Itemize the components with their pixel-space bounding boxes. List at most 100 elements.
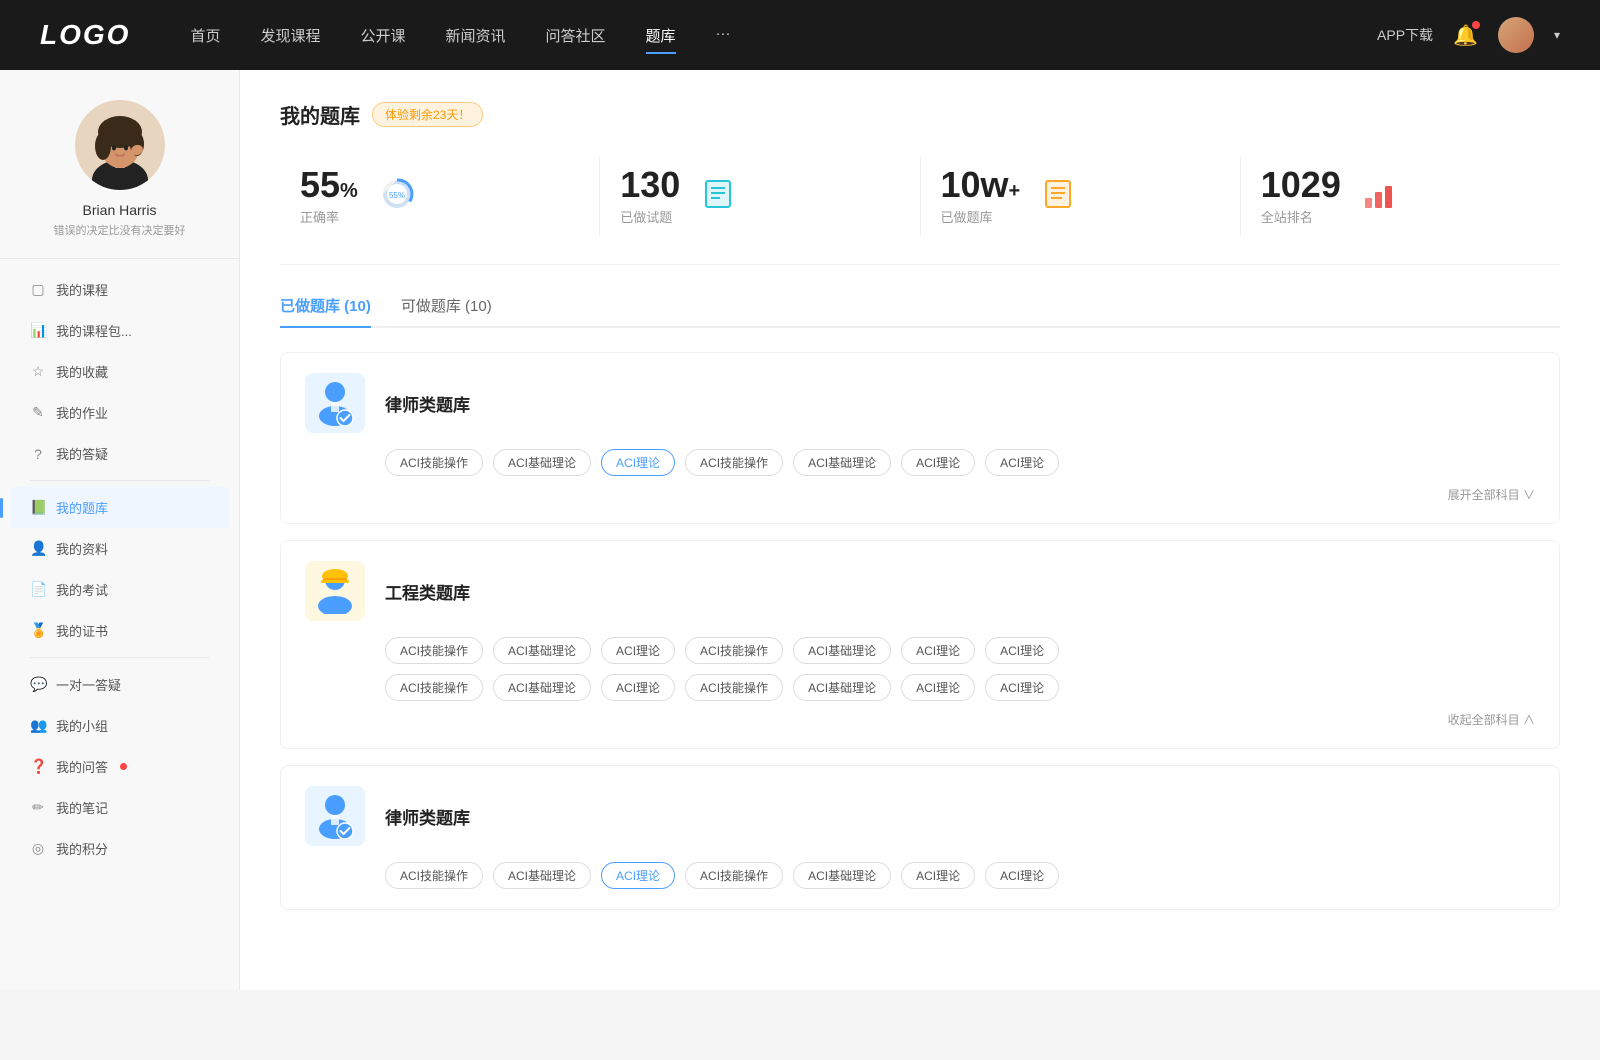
tag3-5[interactable]: ACI理论 (901, 862, 975, 889)
sidebar-profile: Brian Harris 错误的决定比没有决定要好 (0, 100, 239, 259)
my-courses-label: 我的课程 (56, 280, 108, 299)
qbank-1-header: 律师类题库 (305, 373, 1535, 433)
eng-tag-r2-5[interactable]: ACI理论 (901, 674, 975, 701)
profile-name: Brian Harris (83, 202, 157, 218)
favorites-label: 我的收藏 (56, 362, 108, 381)
tag-2[interactable]: ACI理论 (601, 449, 675, 476)
logo[interactable]: LOGO (40, 19, 130, 51)
app-download-link[interactable]: APP下载 (1377, 25, 1433, 45)
nav-qa[interactable]: 问答社区 (546, 21, 606, 50)
tag-0[interactable]: ACI技能操作 (385, 449, 483, 476)
nav-discover[interactable]: 发现课程 (260, 21, 320, 50)
questions-done-icon (702, 178, 734, 215)
my-data-label: 我的资料 (56, 539, 108, 558)
nav-news[interactable]: 新闻资讯 (446, 21, 506, 50)
stat-bank: 10w+ 已做题库 (921, 157, 1241, 236)
tab-available[interactable]: 可做题库 (10) (401, 295, 492, 326)
tag3-6[interactable]: ACI理论 (985, 862, 1059, 889)
sidebar-item-my-data[interactable]: 👤 我的资料 (10, 528, 229, 569)
lawyer-icon (315, 380, 355, 426)
questions-notification-dot (120, 763, 127, 770)
stat-questions-value: 130 (620, 167, 680, 203)
course-package-label: 我的课程包... (56, 321, 132, 340)
notification-bell[interactable]: 🔔 (1453, 23, 1478, 48)
my-group-label: 我的小组 (56, 716, 108, 735)
sidebar-item-my-courses[interactable]: ▢ 我的课程 (10, 269, 229, 310)
certificate-icon: 🏅 (30, 622, 46, 639)
nav-more[interactable]: ··· (716, 21, 731, 50)
content-area: 我的题库 体验剩余23天！ 55% 正确率 55% (240, 70, 1600, 990)
tab-done[interactable]: 已做题库 (10) (280, 295, 371, 326)
sidebar-item-my-group[interactable]: 👥 我的小组 (10, 705, 229, 746)
sidebar-item-favorites[interactable]: ☆ 我的收藏 (10, 351, 229, 392)
nav-menu: 首页 发现课程 公开课 新闻资讯 问答社区 题库 ··· (190, 21, 1377, 50)
stat-accuracy-label: 正确率 (300, 207, 358, 226)
eng-tag-r2-1[interactable]: ACI基础理论 (493, 674, 591, 701)
tag3-3[interactable]: ACI技能操作 (685, 862, 783, 889)
nav-questionbank[interactable]: 题库 (646, 21, 676, 50)
tag-3[interactable]: ACI技能操作 (685, 449, 783, 476)
sidebar-item-my-points[interactable]: ◎ 我的积分 (10, 828, 229, 869)
tag-6[interactable]: ACI理论 (985, 449, 1059, 476)
sidebar-item-one-on-one[interactable]: 💬 一对一答疑 (10, 664, 229, 705)
sidebar-item-my-questions[interactable]: ❓ 我的问答 (10, 746, 229, 787)
lawyer-icon-2 (315, 793, 355, 839)
qbank-1-title: 律师类题库 (385, 391, 470, 416)
tag-1[interactable]: ACI基础理论 (493, 449, 591, 476)
avatar[interactable] (1498, 17, 1534, 53)
star-icon: ☆ (30, 363, 46, 380)
tag-5[interactable]: ACI理论 (901, 449, 975, 476)
eng-tag-r1-6[interactable]: ACI理论 (985, 637, 1059, 664)
qbank-2-collapse[interactable]: 收起全部科目 ∧ (305, 711, 1535, 728)
trial-badge: 体验剩余23天！ (372, 102, 483, 127)
question-icon: ? (30, 446, 46, 462)
eng-tag-r1-0[interactable]: ACI技能操作 (385, 637, 483, 664)
my-qa-label: 我的答疑 (56, 444, 108, 463)
eng-tag-r2-2[interactable]: ACI理论 (601, 674, 675, 701)
user-dropdown-arrow[interactable]: ▾ (1554, 28, 1560, 42)
stat-bank-value: 10w+ (941, 167, 1021, 203)
eng-tag-r2-3[interactable]: ACI技能操作 (685, 674, 783, 701)
qbank-3-icon-wrap (305, 786, 365, 846)
qbank-1-expand[interactable]: 展开全部科目 ∨ (305, 486, 1535, 503)
tag3-4[interactable]: ACI基础理论 (793, 862, 891, 889)
navbar: LOGO 首页 发现课程 公开课 新闻资讯 问答社区 题库 ··· APP下载 … (0, 0, 1600, 70)
tag3-2[interactable]: ACI理论 (601, 862, 675, 889)
navbar-right: APP下载 🔔 ▾ (1377, 17, 1560, 53)
sidebar-item-my-notes[interactable]: ✏ 我的笔记 (10, 787, 229, 828)
stat-questions-text: 130 已做试题 (620, 167, 680, 226)
tag3-0[interactable]: ACI技能操作 (385, 862, 483, 889)
eng-tag-r2-4[interactable]: ACI基础理论 (793, 674, 891, 701)
sidebar-item-homework[interactable]: ✎ 我的作业 (10, 392, 229, 433)
qbank-1-icon-wrap (305, 373, 365, 433)
stat-questions-label: 已做试题 (620, 207, 680, 226)
eng-tag-r1-4[interactable]: ACI基础理论 (793, 637, 891, 664)
qbank-2-header: 工程类题库 (305, 561, 1535, 621)
book-icon: 📗 (30, 499, 46, 516)
sidebar-item-my-exam[interactable]: 📄 我的考试 (10, 569, 229, 610)
sidebar-item-my-qa[interactable]: ? 我的答疑 (10, 433, 229, 474)
notification-dot (1472, 21, 1480, 29)
stat-rank: 1029 全站排名 (1241, 157, 1560, 236)
eng-tag-r2-6[interactable]: ACI理论 (985, 674, 1059, 701)
stat-rank-value: 1029 (1261, 167, 1341, 203)
stat-accuracy-value: 55% (300, 167, 358, 203)
tag-4[interactable]: ACI基础理论 (793, 449, 891, 476)
eng-tag-r1-2[interactable]: ACI理论 (601, 637, 675, 664)
sidebar-item-question-bank[interactable]: 📗 我的题库 (10, 487, 229, 528)
sidebar-item-course-package[interactable]: 📊 我的课程包... (10, 310, 229, 351)
tag3-1[interactable]: ACI基础理论 (493, 862, 591, 889)
question-bank-label: 我的题库 (56, 498, 108, 517)
my-exam-label: 我的考试 (56, 580, 108, 599)
rank-icon (1363, 178, 1395, 215)
eng-tag-r1-5[interactable]: ACI理论 (901, 637, 975, 664)
eng-tag-r1-1[interactable]: ACI基础理论 (493, 637, 591, 664)
nav-home[interactable]: 首页 (190, 21, 220, 50)
qbank-2-icon-wrap (305, 561, 365, 621)
sidebar-item-certificate[interactable]: 🏅 我的证书 (10, 610, 229, 651)
accuracy-pie-icon: 55% (380, 177, 414, 216)
sidebar-divider-2 (30, 657, 209, 658)
nav-opencourse[interactable]: 公开课 (360, 21, 405, 50)
eng-tag-r1-3[interactable]: ACI技能操作 (685, 637, 783, 664)
eng-tag-r2-0[interactable]: ACI技能操作 (385, 674, 483, 701)
